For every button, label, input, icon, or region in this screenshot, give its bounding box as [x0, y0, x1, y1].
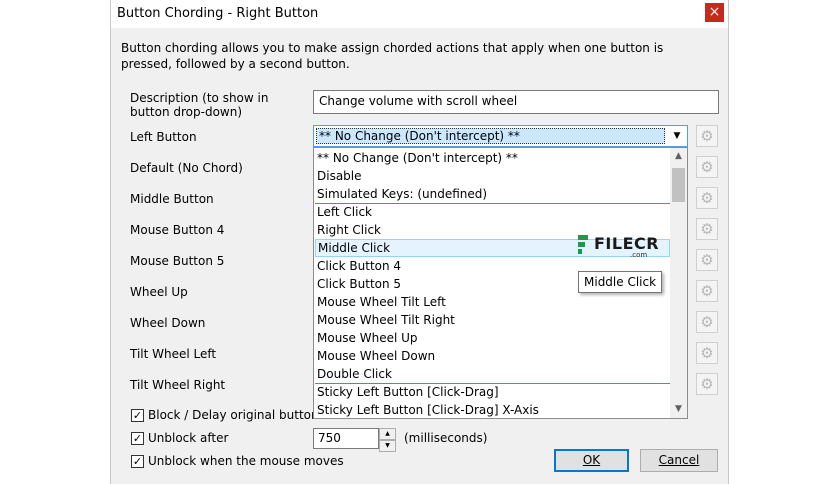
row-label-wheel-down: Wheel Down: [130, 316, 206, 330]
stepper-up-icon[interactable]: ▲: [379, 428, 396, 440]
left-button-combo[interactable]: ** No Change (Don't intercept) ** ▼: [313, 125, 688, 147]
milliseconds-label: (milliseconds): [404, 431, 488, 445]
gear-icon[interactable]: ⚙: [696, 342, 718, 364]
scrollbar-thumb[interactable]: [672, 168, 685, 202]
list-item[interactable]: Simulated Keys: (undefined): [315, 185, 670, 203]
watermark-brand: FILECR: [594, 234, 660, 253]
row-label-middle-button: Middle Button: [130, 192, 214, 206]
gear-icon[interactable]: ⚙: [696, 373, 718, 395]
cancel-button[interactable]: Cancel: [640, 449, 718, 472]
list-item[interactable]: ** No Change (Don't intercept) **: [315, 149, 670, 167]
list-item[interactable]: Left Click: [315, 203, 670, 221]
row-label-tilt-wheel-right: Tilt Wheel Right: [130, 378, 226, 392]
description-input[interactable]: Change volume with scroll wheel: [313, 90, 719, 114]
row-label-default: Default (No Chord): [130, 161, 243, 175]
unblock-after-checkbox[interactable]: ✓: [131, 432, 144, 445]
gear-icon[interactable]: ⚙: [696, 249, 718, 271]
block-delay-checkbox[interactable]: ✓: [131, 409, 144, 422]
watermark-logo: FILECR .com: [576, 231, 666, 261]
list-item[interactable]: Sticky Left Button [Click-Drag]: [315, 383, 670, 401]
ok-button-label: OK: [582, 453, 601, 467]
scroll-down-icon[interactable]: ▼: [670, 401, 687, 418]
scroll-up-icon[interactable]: ▲: [670, 148, 687, 165]
row-label-mouse-button-4: Mouse Button 4: [130, 223, 225, 237]
gear-icon[interactable]: ⚙: [696, 187, 718, 209]
dropdown-scrollbar[interactable]: ▲ ▼: [670, 148, 687, 418]
list-item[interactable]: Mouse Wheel Down: [315, 347, 670, 365]
list-item[interactable]: Sticky Left Button [Click-Drag] X-Axis: [315, 401, 670, 418]
title-bar: Button Chording - Right Button ×: [111, 0, 728, 28]
gear-icon[interactable]: ⚙: [696, 311, 718, 333]
unblock-after-input[interactable]: 750: [313, 428, 379, 449]
watermark-sub: .com: [630, 251, 648, 259]
unblock-mouse-label: Unblock when the mouse moves: [148, 454, 344, 468]
list-item[interactable]: Mouse Wheel Tilt Right: [315, 311, 670, 329]
list-item[interactable]: Double Click: [315, 365, 670, 383]
list-item[interactable]: Mouse Wheel Tilt Left: [315, 293, 670, 311]
dialog-window: Button Chording - Right Button × Button …: [110, 0, 729, 484]
chevron-down-icon[interactable]: ▼: [667, 126, 687, 146]
intro-text: Button chording allows you to make assig…: [121, 41, 664, 71]
gear-icon[interactable]: ⚙: [696, 156, 718, 178]
gear-icon[interactable]: ⚙: [696, 125, 718, 147]
row-label-left-button: Left Button: [130, 130, 197, 144]
description-label: Description (to show in button drop-down…: [130, 91, 269, 119]
combo-selected-value: ** No Change (Don't intercept) **: [316, 128, 665, 144]
row-label-wheel-up: Wheel Up: [130, 285, 188, 299]
close-icon[interactable]: ×: [705, 3, 724, 22]
tooltip: Middle Click: [578, 271, 663, 293]
unblock-after-stepper[interactable]: ▲ ▼: [379, 428, 396, 452]
unblock-after-label: Unblock after: [148, 431, 229, 445]
cancel-button-label: Cancel: [658, 453, 700, 467]
gear-icon[interactable]: ⚙: [696, 218, 718, 240]
row-label-tilt-wheel-left: Tilt Wheel Left: [130, 347, 217, 361]
list-item[interactable]: Mouse Wheel Up: [315, 329, 670, 347]
gear-icon[interactable]: ⚙: [696, 280, 718, 302]
row-label-mouse-button-5: Mouse Button 5: [130, 254, 225, 268]
window-title: Button Chording - Right Button: [117, 6, 319, 21]
unblock-mouse-checkbox[interactable]: ✓: [131, 455, 144, 468]
list-item[interactable]: Disable: [315, 167, 670, 185]
ok-button[interactable]: OK: [554, 449, 629, 472]
stepper-down-icon[interactable]: ▼: [379, 440, 396, 452]
filecr-logo-icon: [578, 235, 588, 254]
